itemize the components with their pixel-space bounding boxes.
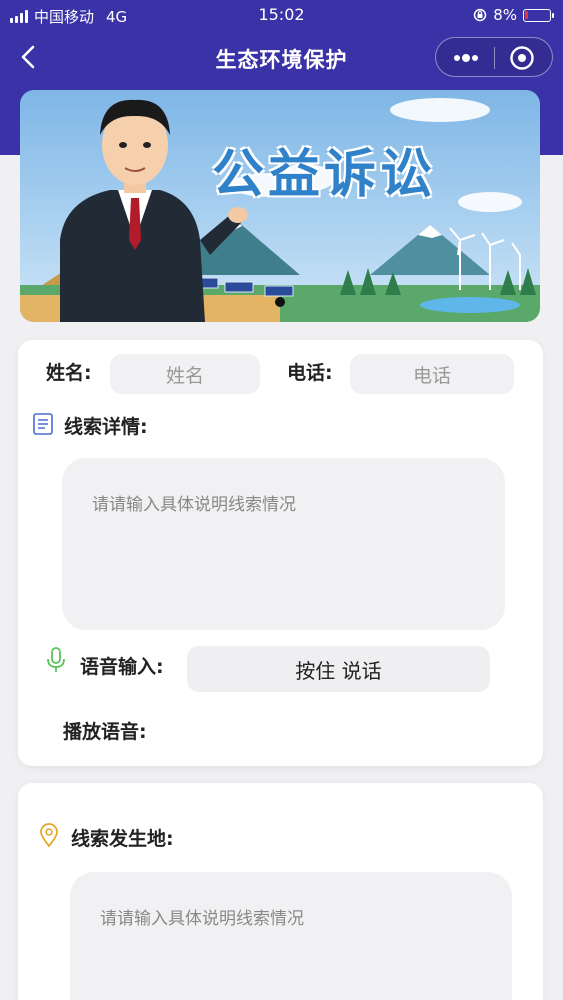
phone-input[interactable]: 电话: [350, 354, 514, 394]
more-dots-icon[interactable]: [448, 45, 484, 71]
close-target-icon[interactable]: [508, 44, 536, 72]
orientation-lock-icon: [473, 8, 487, 22]
battery-percent: 8%: [493, 6, 517, 24]
name-input[interactable]: 姓名: [110, 354, 260, 394]
miniprogram-capsule: [435, 37, 553, 77]
capsule-divider: [494, 47, 495, 69]
voice-input-label: 语音输入:: [80, 656, 164, 678]
playback-label: 播放语音:: [63, 721, 147, 743]
location-textarea[interactable]: 请请输入具体说明线索情况: [70, 872, 512, 1000]
details-textarea[interactable]: 请请输入具体说明线索情况: [62, 458, 505, 630]
location-label: 线索发生地:: [71, 828, 174, 850]
location-pin-icon: [40, 823, 58, 848]
hold-to-talk-button[interactable]: 按住 说话: [187, 646, 490, 692]
banner-title: 公益诉讼: [212, 145, 437, 205]
status-right: 8%: [473, 6, 554, 24]
details-label: 线索详情:: [64, 416, 148, 438]
list-icon: [33, 413, 53, 435]
name-label: 姓名:: [46, 362, 92, 384]
battery-icon: [523, 8, 554, 22]
microphone-icon: [47, 647, 65, 672]
banner-indicator[interactable]: [275, 297, 285, 307]
status-bar: 中国移动 4G 15:02 8%: [0, 0, 563, 30]
phone-label: 电话:: [287, 362, 333, 384]
nav-bar: 生态环境保护: [0, 34, 563, 80]
